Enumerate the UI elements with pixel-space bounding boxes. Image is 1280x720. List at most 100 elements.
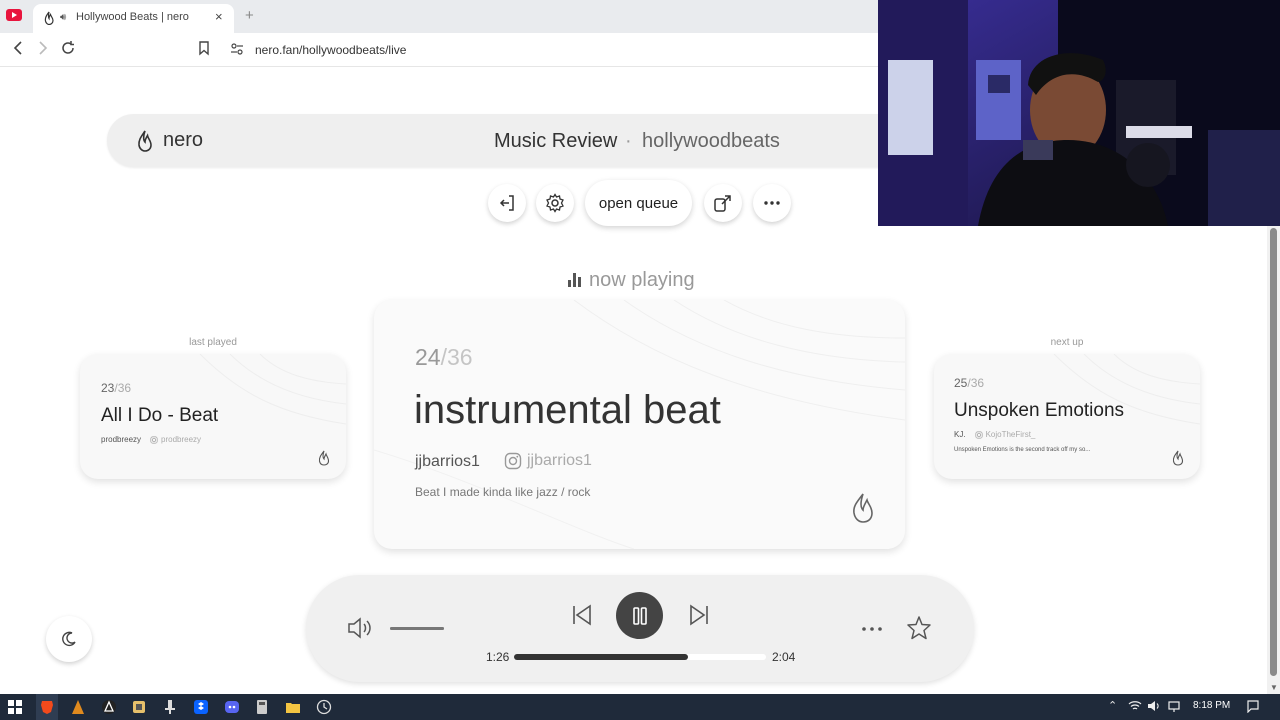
new-tab-icon[interactable]: + — [245, 7, 254, 24]
track-title: Unspoken Emotions — [954, 400, 1125, 421]
progress-bar-fill — [514, 654, 688, 660]
share-icon — [714, 195, 731, 212]
track-description: Unspoken Emotions is the second track of… — [954, 447, 1091, 453]
windows-start-icon[interactable] — [7, 699, 23, 715]
url-text: nero.fan/hollywoodbeats/live — [255, 43, 407, 57]
nero-flame-icon — [44, 11, 54, 25]
track-artist: prodbreezy — [101, 435, 142, 444]
instagram-link[interactable]: prodbreezy — [150, 435, 201, 444]
taskbar-app-icon[interactable] — [162, 699, 178, 715]
now-playing-card[interactable]: 24/36 instrumental beat jjbarrios1 jjbar… — [374, 300, 905, 549]
track-artist-row: prodbreezy prodbreezy — [101, 435, 201, 444]
track-counter: 23/36 — [101, 381, 132, 395]
back-icon[interactable] — [11, 40, 25, 61]
title-separator: · — [625, 130, 632, 152]
pause-icon — [632, 606, 647, 625]
track-counter: 25/36 — [954, 376, 985, 390]
progress-bar[interactable] — [514, 654, 766, 660]
equalizer-icon — [568, 273, 581, 287]
dropbox-icon[interactable] — [193, 699, 209, 715]
youtube-tab-icon[interactable] — [6, 9, 22, 21]
last-played-label: last played — [189, 337, 237, 348]
tab-audio-icon[interactable]: 🔊︎ — [60, 12, 66, 23]
instagram-icon — [974, 430, 983, 439]
taskbar-app-icon[interactable] — [101, 699, 117, 715]
discord-icon[interactable] — [224, 699, 240, 715]
windows-taskbar: ⌃ 8:18 PM — [0, 694, 1280, 720]
channel-name: hollywoodbeats — [642, 130, 780, 152]
instagram-icon — [150, 435, 158, 444]
player-bar: 1:26 2:04 — [306, 575, 974, 682]
now-playing-label: now playing — [589, 268, 695, 291]
next-up-label: next up — [1050, 337, 1084, 348]
last-played-card[interactable]: 23/36 All I Do - Beat prodbreezy prodbre… — [80, 354, 346, 479]
taskbar-browser-active[interactable] — [36, 694, 58, 720]
track-title: instrumental beat — [414, 388, 721, 432]
instagram-handle: jjbarrios1 — [527, 452, 592, 469]
webcam-overlay — [878, 0, 1280, 226]
volume-slider-fill — [390, 627, 444, 630]
tab-title: Hollywood Beats | nero — [76, 11, 189, 23]
browser-tab[interactable]: 🔊︎ Hollywood Beats | nero × — [33, 4, 234, 33]
pause-button[interactable] — [616, 592, 663, 639]
instagram-link[interactable]: KojoTheFirst_ — [974, 430, 1035, 439]
wifi-icon[interactable] — [1128, 699, 1142, 713]
network-icon[interactable] — [1167, 699, 1181, 713]
taskbar-clock[interactable]: 8:18 PM — [1193, 700, 1230, 711]
page-header: nero Music Review · hollywoodbeats — [107, 114, 927, 167]
volume-icon[interactable] — [346, 616, 374, 640]
next-up-card[interactable]: 25/36 Unspoken Emotions KJ. KojoTheFirst… — [934, 354, 1200, 479]
track-artist: jjbarrios1 — [415, 453, 480, 470]
instagram-icon — [504, 452, 522, 470]
volume-slider[interactable] — [390, 627, 444, 630]
scroll-down-icon[interactable]: ▼ — [1270, 683, 1278, 692]
brand-logo[interactable]: nero — [137, 129, 203, 152]
more-options-button[interactable] — [753, 184, 791, 222]
bookmark-icon[interactable] — [197, 40, 211, 61]
share-button[interactable] — [704, 184, 742, 222]
more-horizontal-icon[interactable] — [861, 626, 883, 632]
brand-name: nero — [163, 129, 204, 151]
calculator-icon[interactable] — [254, 699, 270, 715]
nero-flame-icon — [853, 493, 873, 523]
taskbar-app-icon[interactable] — [70, 699, 86, 715]
settings-button[interactable] — [536, 184, 574, 222]
forward-icon[interactable] — [36, 40, 50, 61]
page-title: Music Review — [494, 130, 618, 152]
site-settings-icon[interactable] — [230, 42, 244, 56]
track-artist: KJ. — [954, 430, 966, 439]
instagram-link[interactable]: jjbarrios1 — [504, 452, 592, 470]
track-artist-row: KJ. KojoTheFirst_ — [954, 430, 1035, 439]
taskbar-app-icon[interactable] — [131, 699, 147, 715]
scrollbar-thumb[interactable] — [1270, 228, 1277, 676]
tab-close-icon[interactable]: × — [215, 9, 223, 24]
track-counter: 24/36 — [415, 344, 473, 370]
page-scrollbar[interactable]: ▼ — [1267, 226, 1280, 694]
clock-app-icon[interactable] — [316, 699, 332, 715]
exit-icon — [499, 195, 514, 211]
star-icon[interactable] — [906, 615, 932, 641]
now-playing-heading: now playing — [568, 268, 718, 292]
track-description: Beat I made kinda like jazz / rock — [415, 485, 591, 499]
more-horizontal-icon — [764, 201, 780, 205]
nero-flame-icon — [318, 450, 330, 466]
address-bar[interactable]: nero.fan/hollywoodbeats/live — [222, 37, 922, 63]
speaker-icon[interactable] — [1147, 699, 1161, 713]
tray-chevron-icon[interactable]: ⌃ — [1108, 699, 1117, 712]
theme-toggle-button[interactable] — [46, 616, 92, 662]
brave-icon — [41, 701, 53, 714]
current-time: 1:26 — [486, 650, 510, 664]
previous-track-icon[interactable] — [570, 603, 594, 627]
file-explorer-icon[interactable] — [285, 699, 301, 715]
gear-icon — [546, 193, 564, 213]
open-queue-button[interactable]: open queue — [585, 180, 692, 226]
exit-button[interactable] — [488, 184, 526, 222]
reload-icon[interactable] — [60, 40, 76, 61]
webcam-feed-image — [878, 0, 1280, 226]
total-time: 2:04 — [772, 650, 796, 664]
notifications-icon[interactable] — [1246, 699, 1260, 713]
nero-flame-icon — [138, 130, 152, 152]
next-track-icon[interactable] — [687, 603, 711, 627]
nero-flame-icon — [1172, 450, 1184, 466]
moon-icon — [62, 631, 76, 647]
